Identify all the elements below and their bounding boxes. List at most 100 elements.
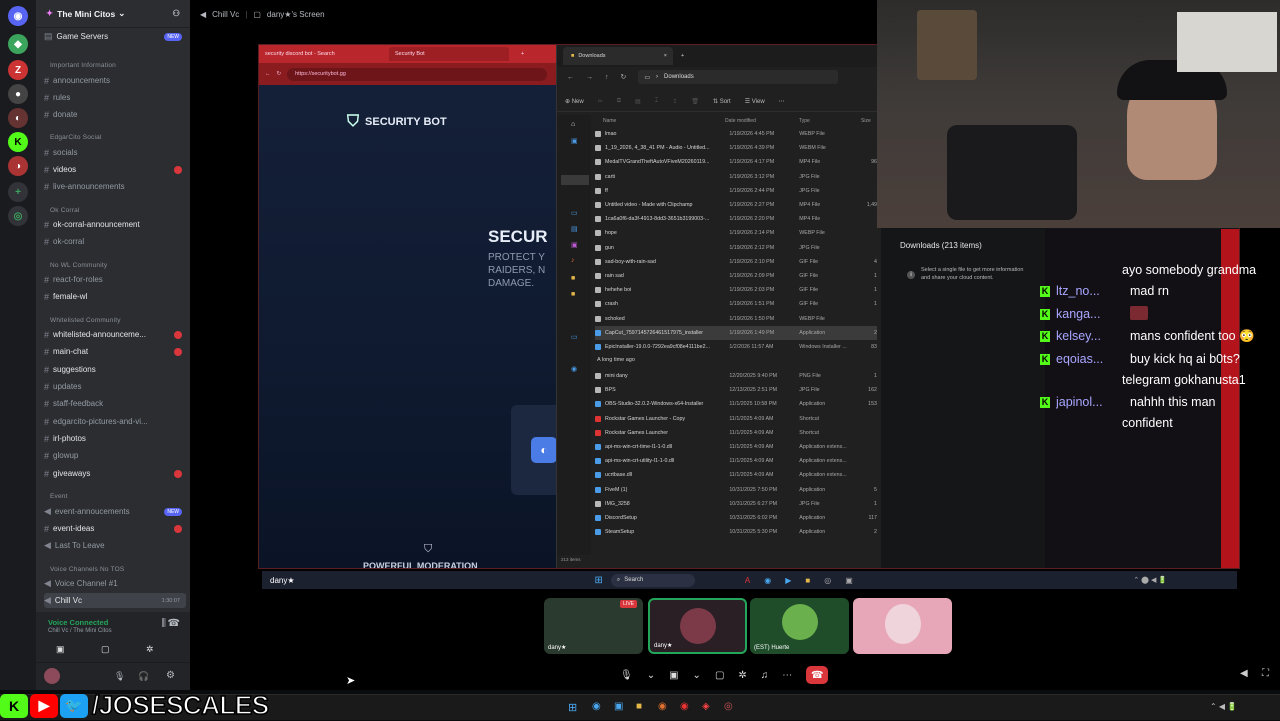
file-row[interactable]: SteamSetup 10/31/2025 5:30 PM Application 2 bbox=[595, 525, 877, 539]
windows-start-icon[interactable]: ⊞ bbox=[595, 575, 603, 586]
browser-tab[interactable]: security discord bot - Search bbox=[259, 47, 389, 61]
chevron-down-icon[interactable]: ⌄ bbox=[693, 670, 701, 681]
channel-event-announcements[interactable]: ◀ event-annoucements NEW bbox=[44, 504, 186, 519]
rename-icon[interactable]: ⌶ bbox=[655, 98, 659, 105]
gallery-icon[interactable]: ▣ bbox=[571, 137, 578, 145]
channel-react-for-roles[interactable]: # react-for-roles bbox=[44, 272, 186, 287]
channel-whitelisted-announcements[interactable]: # whitelisted-announceme... bbox=[44, 327, 186, 342]
copy-icon[interactable]: ⧉ bbox=[617, 98, 621, 105]
file-row[interactable]: BPS 12/13/2025 2:51 PM JPG File 162 bbox=[595, 383, 877, 397]
settings-gear-icon[interactable]: ⚙ bbox=[166, 670, 175, 681]
file-row[interactable]: crash 1/19/2026 1:51 PM GIF File 1 bbox=[595, 297, 877, 311]
kick-server-icon[interactable]: K bbox=[8, 132, 28, 152]
category-event[interactable]: Event bbox=[44, 489, 186, 504]
server-icon[interactable]: ◑ bbox=[8, 156, 28, 176]
server-icon[interactable]: ● bbox=[8, 84, 28, 104]
chevron-down-icon[interactable]: ⌄ bbox=[647, 670, 655, 681]
firefox-icon[interactable]: ◉ bbox=[658, 701, 667, 712]
new-button[interactable]: ⊕ New bbox=[565, 98, 584, 105]
cut-icon[interactable]: ✂ bbox=[598, 98, 603, 105]
channel-main-chat[interactable]: # main-chat bbox=[44, 344, 186, 359]
screen-share-icon[interactable]: ▢ bbox=[715, 670, 724, 681]
url-field[interactable]: https://securitybot.gg bbox=[287, 67, 547, 81]
this-pc-icon[interactable]: ▭ bbox=[571, 333, 578, 341]
file-row[interactable]: lmao 1/19/2026 4:45 PM WEBP File bbox=[595, 127, 877, 141]
forward-arrow-icon[interactable]: → bbox=[586, 74, 593, 81]
more-icon[interactable]: ⋯ bbox=[782, 670, 792, 681]
channel-donate[interactable]: # donate bbox=[44, 107, 186, 122]
taskbar-search[interactable]: ⌕ Search bbox=[610, 573, 695, 587]
desktop-icon[interactable]: ▭ bbox=[571, 209, 578, 217]
activities-icon[interactable]: ✲ bbox=[146, 644, 154, 655]
folder-icon[interactable]: ■ bbox=[805, 576, 810, 585]
sidebar-selected[interactable] bbox=[561, 175, 589, 185]
close-icon[interactable]: × bbox=[664, 53, 667, 59]
channel-socials[interactable]: # socials bbox=[44, 145, 186, 160]
channel-giveaways[interactable]: # giveaways bbox=[44, 466, 186, 481]
channel-ok-corral[interactable]: # ok-corral bbox=[44, 234, 186, 249]
file-row[interactable]: ucrtbase.dll 11/1/2025 4:09 AM Application… bbox=[595, 468, 877, 482]
file-row[interactable]: Rockstar Games Launcher - Copy 11/1/2025 … bbox=[595, 412, 877, 426]
category-okcorral[interactable]: Ok Corral bbox=[44, 203, 186, 218]
file-row[interactable]: gun 1/19/2026 2:12 PM JPG File bbox=[595, 241, 877, 255]
app-icon[interactable]: ◉ bbox=[764, 576, 771, 585]
participant-tile[interactable]: (EST) Huerte bbox=[750, 598, 849, 654]
file-row[interactable]: CapCut_7597145726461517975_installer 1/19… bbox=[595, 325, 877, 340]
channel-ok-corral-announcement[interactable]: # ok-corral-announcement bbox=[44, 217, 186, 232]
file-row[interactable]: OBS-Studio-32.0.2-Windows-x64-Installer 1… bbox=[595, 397, 877, 411]
participant-tile[interactable] bbox=[853, 598, 952, 654]
avatar[interactable] bbox=[44, 668, 60, 684]
column-date[interactable]: Date modified bbox=[725, 118, 799, 124]
channel-last-to-leave[interactable]: ◀ Last To Leave bbox=[44, 538, 186, 553]
file-row[interactable]: hehehe boi 1/19/2026 2:03 PM GIF File 1 bbox=[595, 283, 877, 297]
discord-icon[interactable]: ◐ bbox=[531, 437, 557, 463]
channel-videos[interactable]: # videos bbox=[44, 162, 186, 177]
browser-tab-active[interactable]: Security Bot bbox=[389, 47, 509, 61]
system-tray[interactable]: ⌃ ◀ 🔋 bbox=[1210, 702, 1237, 711]
folder-icon[interactable]: ■ bbox=[636, 701, 642, 712]
app-icon[interactable]: A bbox=[745, 576, 750, 585]
breadcrumb[interactable]: ▭ › Downloads bbox=[638, 70, 839, 84]
share-icon[interactable]: ⇪ bbox=[672, 98, 677, 105]
paste-icon[interactable]: ▤ bbox=[635, 98, 641, 105]
participant-tile[interactable]: dany★ bbox=[648, 598, 747, 654]
home-icon[interactable]: ⌂ bbox=[571, 121, 575, 128]
refresh-icon[interactable]: ↻ bbox=[621, 73, 627, 81]
file-row[interactable]: 1_19_2026, 4_38_41 PM - Audio - Untitled… bbox=[595, 141, 877, 155]
folder-icon[interactable]: ■ bbox=[571, 275, 575, 282]
channel-chill-vc[interactable]: ◀ Chill Vc 1:30:07 bbox=[44, 593, 186, 608]
site-logo[interactable]: ⛉ SECURITY BOT bbox=[347, 113, 447, 131]
disconnect-icon[interactable]: ☎ bbox=[168, 618, 180, 629]
channel-glowup[interactable]: # glowup bbox=[44, 448, 186, 463]
camera-icon[interactable]: ▣ bbox=[56, 644, 65, 655]
file-row[interactable]: 1ca6a0f6-da3f-4913-8dd3-3651b3199003-...… bbox=[595, 212, 877, 226]
file-row[interactable]: mini dany 12/20/2025 9:40 PM PNG File 1 bbox=[595, 369, 877, 383]
folder-icon[interactable]: ■ bbox=[571, 291, 575, 298]
file-row[interactable]: Untitled video - Made with Clipchamp 1/19… bbox=[595, 198, 877, 212]
channel-edgarcito-pictures[interactable]: # edgarcito-pictures-and-vi... bbox=[44, 414, 186, 429]
mic-icon[interactable]: 🎙 bbox=[620, 670, 633, 681]
category-nowl[interactable]: No WL Community bbox=[44, 258, 186, 273]
volume-icon[interactable]: ◀ bbox=[1240, 668, 1248, 679]
fullscreen-icon[interactable]: ⛶ bbox=[1262, 668, 1269, 679]
app-icon[interactable]: ▣ bbox=[614, 701, 623, 712]
discover-icon[interactable]: ◎ bbox=[8, 206, 28, 226]
edge-icon[interactable]: ◉ bbox=[592, 701, 601, 712]
headphones-icon[interactable]: 🎧 bbox=[138, 671, 149, 682]
more-icon[interactable]: ⋯ bbox=[779, 98, 785, 105]
app-icon[interactable]: ◈ bbox=[702, 701, 710, 712]
server-icon[interactable]: Z bbox=[8, 60, 28, 80]
camera-icon[interactable]: ▣ bbox=[669, 670, 678, 681]
music-icon[interactable]: ♪ bbox=[571, 257, 575, 264]
add-server-icon[interactable]: + bbox=[8, 182, 28, 202]
column-name[interactable]: Name bbox=[595, 118, 725, 124]
channel-game-servers[interactable]: ▤ Game Servers NEW bbox=[44, 29, 186, 44]
server-header[interactable]: ✦ The Mini Citos ⌄ ⚇ bbox=[36, 0, 190, 28]
channel-staff-feedback[interactable]: # staff-feedback bbox=[44, 396, 186, 411]
new-tab-icon[interactable]: + bbox=[681, 53, 684, 59]
file-row[interactable]: MedalTVGrandTheftAutoVFiveM20260119... 1/… bbox=[595, 155, 877, 169]
refresh-icon[interactable]: ↻ bbox=[277, 71, 282, 77]
channel-announcements[interactable]: # announcements bbox=[44, 73, 186, 88]
file-row[interactable]: api-ms-win-crt-time-l1-1-0.dll 11/1/2025 … bbox=[595, 440, 877, 454]
file-row[interactable]: api-ms-win-crt-utility-l1-1-0.dll 11/1/20… bbox=[595, 454, 877, 468]
